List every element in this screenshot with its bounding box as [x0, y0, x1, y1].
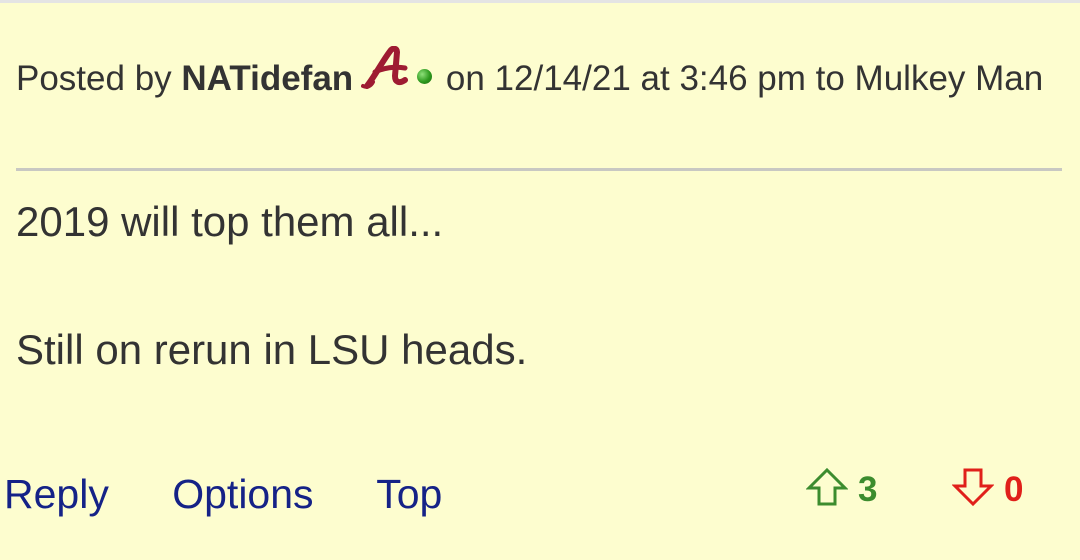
post-body-line-2: Still on rerun in LSU heads. [16, 326, 528, 373]
top-border [0, 0, 1080, 3]
online-status-icon [417, 69, 433, 84]
top-link[interactable]: Top [376, 471, 442, 517]
downvote-button[interactable]: 0 [951, 462, 1024, 524]
post-header: Posted by NATidefan on 12/14/21 at 3:46 … [16, 45, 1062, 109]
post-body-line-1: 2019 will top them all... [16, 198, 444, 245]
options-link[interactable]: Options [172, 471, 313, 517]
post-body: 2019 will top them all... Still on rerun… [16, 196, 1062, 376]
post-meta: on 12/14/21 at 3:46 pm to Mulkey Man [445, 59, 1044, 98]
post-actions: Reply Options Top [4, 466, 494, 522]
reply-link[interactable]: Reply [4, 471, 109, 517]
upvote-count: 3 [858, 470, 878, 509]
alabama-logo-icon [361, 45, 413, 109]
author-link[interactable]: NATidefan [181, 59, 353, 98]
upvote-button[interactable]: 3 [805, 462, 878, 524]
posted-by-label: Posted by [16, 59, 172, 98]
header-divider [16, 168, 1062, 171]
arrow-up-icon [805, 467, 849, 524]
downvote-count: 0 [1004, 470, 1024, 509]
arrow-down-icon [951, 467, 995, 524]
